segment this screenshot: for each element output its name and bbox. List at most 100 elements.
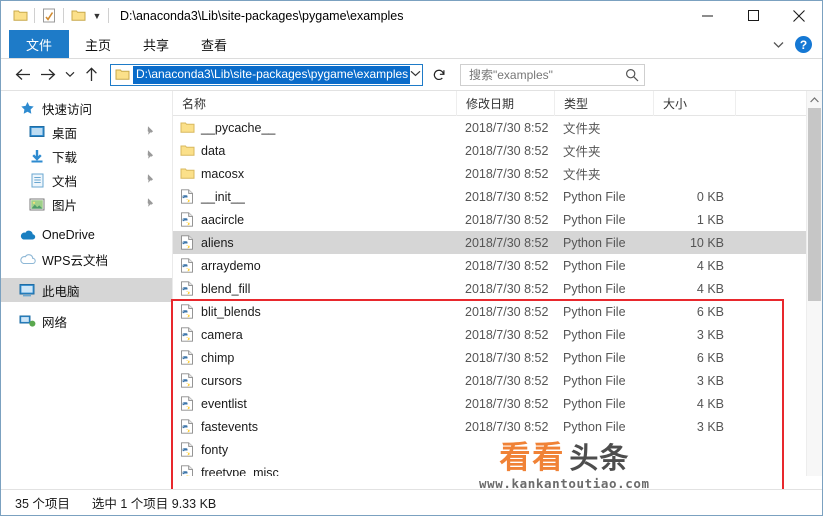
file-date-cell: 2018/7/30 8:52 (465, 166, 549, 181)
file-name-cell: blit_blends (173, 304, 456, 319)
address-path-input[interactable]: D:\anaconda3\Lib\site-packages\pygame\ex… (110, 63, 423, 86)
table-row[interactable]: chimp 2018/7/30 8:52 Python File 6 KB (173, 346, 822, 369)
sidebar-item-label: 图片 (52, 198, 78, 213)
file-name-label: __init__ (201, 189, 245, 204)
minimize-button[interactable] (684, 1, 730, 30)
file-name-cell: __pycache__ (173, 121, 456, 135)
file-date-cell: 2018/7/30 8:52 (465, 304, 549, 319)
file-type-cell: 文件夹 (563, 145, 601, 159)
sidebar-item-downloads[interactable]: 下载 (1, 144, 172, 168)
sidebar-gap-3 (1, 302, 172, 309)
file-size-cell: 3 KB (696, 419, 724, 434)
python-file-icon (180, 442, 201, 457)
table-row[interactable]: macosx 2018/7/30 8:52 文件夹 (173, 162, 822, 185)
quick-access-toolbar: ▼ (9, 5, 112, 27)
table-row[interactable]: fastevents 2018/7/30 8:52 Python File 3 KB (173, 415, 822, 438)
sidebar-item-desktop[interactable]: 桌面 (1, 120, 172, 144)
table-row[interactable]: cursors 2018/7/30 8:52 Python File 3 KB (173, 369, 822, 392)
file-date-cell: 2018/7/30 8:52 (465, 373, 549, 388)
caret-up-icon[interactable] (807, 91, 822, 108)
chevron-down-icon[interactable] (767, 34, 789, 56)
title-bar: ▼ D:\anaconda3\Lib\site-packages\pygame\… (1, 1, 822, 30)
scrollbar-track[interactable] (807, 108, 822, 459)
address-bar: D:\anaconda3\Lib\site-packages\pygame\ex… (1, 59, 822, 90)
refresh-icon[interactable] (428, 64, 450, 86)
column-header-type[interactable]: 类型 (554, 91, 653, 116)
scrollbar-thumb[interactable] (808, 108, 821, 301)
file-size-cell: 4 KB (696, 281, 724, 296)
tab-share[interactable]: 共享 (127, 30, 185, 58)
arrow-up-icon[interactable] (80, 63, 103, 86)
sidebar-item-this-pc[interactable]: 此电脑 (1, 278, 172, 302)
ribbon-right-controls: ? (767, 30, 818, 59)
sidebar-item-documents[interactable]: 文档 (1, 168, 172, 192)
file-type-cell: 文件夹 (563, 168, 601, 182)
file-name-label: blit_blends (201, 304, 261, 319)
tab-file[interactable]: 文件 (9, 30, 70, 58)
vertical-scrollbar[interactable] (806, 91, 822, 476)
table-row[interactable]: aacircle 2018/7/30 8:52 Python File 1 KB (173, 208, 822, 231)
watermark-brand-dark: 头条 (569, 441, 630, 475)
file-date-cell: 2018/7/30 8:52 (465, 258, 549, 273)
table-row[interactable]: eventlist 2018/7/30 8:52 Python File 4 KB (173, 392, 822, 415)
sidebar-item-onedrive[interactable]: OneDrive (1, 223, 172, 247)
table-row[interactable]: __init__ 2018/7/30 8:52 Python File 0 KB (173, 185, 822, 208)
tab-view[interactable]: 查看 (185, 30, 243, 58)
chevron-down-icon[interactable]: ▼ (89, 6, 105, 26)
column-headers: 名称 ⌃ 修改日期 类型 大小 (173, 91, 822, 116)
file-date-cell: 2018/7/30 8:52 (465, 189, 549, 204)
file-type-cell: Python File (563, 304, 626, 319)
pin-icon[interactable] (145, 125, 156, 139)
table-row[interactable]: camera 2018/7/30 8:52 Python File 3 KB (173, 323, 822, 346)
table-row[interactable]: arraydemo 2018/7/30 8:52 Python File 4 KB (173, 254, 822, 277)
table-row[interactable]: blit_blends 2018/7/30 8:52 Python File 6 KB (173, 300, 822, 323)
file-size-cell: 0 KB (696, 189, 724, 204)
properties-icon[interactable] (38, 5, 60, 27)
table-row[interactable]: blend_fill 2018/7/30 8:52 Python File 4 KB (173, 277, 822, 300)
file-date-cell: 2018/7/30 8:52 (465, 143, 549, 158)
chevron-down-icon[interactable] (410, 69, 421, 80)
file-explorer-window: ▼ D:\anaconda3\Lib\site-packages\pygame\… (0, 0, 823, 516)
pin-icon[interactable] (145, 197, 156, 211)
file-name-label: cursors (201, 373, 242, 388)
file-name-label: macosx (201, 166, 245, 181)
file-name-label: chimp (201, 350, 235, 365)
file-name-label: aacircle (201, 212, 245, 227)
tab-home[interactable]: 主页 (69, 30, 127, 58)
onedrive-cloud-icon (17, 226, 37, 244)
file-name-cell: fonty (173, 442, 456, 457)
arrow-right-icon[interactable] (36, 63, 59, 86)
help-button[interactable]: ? (795, 36, 812, 53)
pictures-icon (27, 195, 47, 213)
file-type-cell: Python File (563, 281, 626, 296)
sidebar-item-pictures[interactable]: 图片 (1, 192, 172, 216)
table-row[interactable]: data 2018/7/30 8:52 文件夹 (173, 139, 822, 162)
file-size-cell: 6 KB (696, 304, 724, 319)
pin-icon[interactable] (145, 149, 156, 163)
column-header-size[interactable]: 大小 (653, 91, 735, 116)
address-path-text: D:\anaconda3\Lib\site-packages\pygame\ex… (133, 65, 411, 84)
python-file-icon (180, 304, 201, 319)
maximize-button[interactable] (730, 1, 776, 30)
folder-icon[interactable] (9, 5, 31, 27)
column-header-name[interactable]: 名称 ⌃ (173, 91, 456, 116)
close-button[interactable] (776, 1, 822, 30)
sidebar-item-wps-cloud[interactable]: WPS云文档 (1, 247, 172, 271)
search-input[interactable]: 搜索"examples" (460, 63, 645, 86)
column-header-date[interactable]: 修改日期 (456, 91, 554, 116)
pin-icon[interactable] (145, 173, 156, 187)
sidebar-item-quick-access[interactable]: 快速访问 (1, 96, 172, 120)
recent-locations-icon[interactable] (61, 63, 78, 86)
this-pc-icon (17, 281, 37, 299)
table-row[interactable]: aliens 2018/7/30 8:52 Python File 10 KB (173, 231, 822, 254)
file-name-cell: __init__ (173, 189, 456, 204)
arrow-left-icon[interactable] (11, 63, 34, 86)
new-folder-icon[interactable] (67, 5, 89, 27)
search-icon[interactable] (624, 68, 640, 82)
watermark: 看看 头条 www.kankantoutiao.com (479, 441, 650, 491)
sidebar-item-network[interactable]: 网络 (1, 309, 172, 333)
file-name-label: data (201, 143, 226, 158)
folder-icon (180, 167, 201, 180)
table-row[interactable]: __pycache__ 2018/7/30 8:52 文件夹 (173, 116, 822, 139)
file-size-cell: 10 KB (689, 235, 724, 250)
